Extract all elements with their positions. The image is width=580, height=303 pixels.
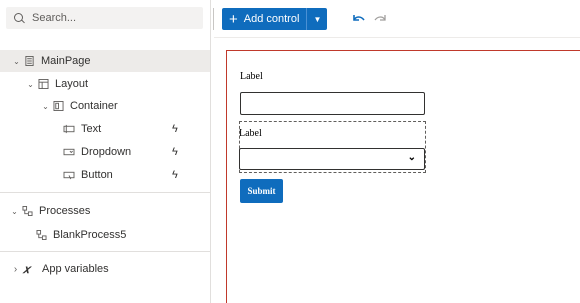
canvas-dropdown[interactable]: ⌄: [239, 148, 425, 170]
container-icon: [53, 101, 64, 111]
button-icon: [63, 171, 75, 180]
tree-item-label: App variables: [42, 263, 109, 275]
chevron-down-icon: ⌄: [407, 152, 416, 163]
chevron-down-icon[interactable]: ⌄: [11, 207, 18, 216]
tree-item-label: BlankProcess5: [53, 229, 127, 241]
tree-item-label: Container: [70, 100, 118, 112]
canvas-label-2[interactable]: Label: [239, 128, 262, 139]
plus-icon: +: [229, 10, 238, 28]
divider: [0, 192, 210, 193]
tree-item-button[interactable]: Button ϟ: [0, 164, 210, 186]
search-input[interactable]: Search...: [32, 12, 76, 24]
undo-icon[interactable]: [351, 13, 365, 25]
layout-icon: [38, 79, 49, 89]
page-icon: [25, 56, 34, 66]
tree-item-processes[interactable]: ⌄ Processes: [0, 200, 210, 222]
add-control-main[interactable]: + Add control: [222, 8, 308, 30]
redo-icon[interactable]: [374, 13, 388, 25]
tree-item-app-variables[interactable]: › 𝑥 App variables: [0, 258, 210, 280]
variable-icon: 𝑥: [23, 262, 30, 276]
tree-item-dropdown[interactable]: Dropdown ϟ: [0, 141, 210, 163]
tree-item-mainpage[interactable]: ⌄ MainPage: [0, 50, 210, 72]
search-icon: [14, 12, 25, 24]
process-icon: [36, 230, 47, 240]
canvas-text-input[interactable]: [240, 92, 425, 115]
add-control-label: Add control: [243, 13, 300, 25]
chevron-down-icon[interactable]: ⌄: [42, 102, 49, 111]
divider: [0, 251, 210, 252]
add-control-button[interactable]: + Add control ▼: [222, 8, 328, 30]
canvas-label-1[interactable]: Label: [240, 71, 263, 82]
tree-item-label: Processes: [39, 205, 91, 217]
design-canvas[interactable]: Label Label ⌄ Submit: [226, 50, 580, 303]
text-input-icon: [63, 124, 75, 134]
chevron-down-icon[interactable]: ⌄: [13, 57, 20, 66]
add-control-dropdown-toggle[interactable]: ▼: [307, 8, 327, 30]
tree-item-label: Layout: [55, 78, 89, 90]
chevron-right-icon[interactable]: ›: [12, 264, 19, 275]
toolbar-separator: [213, 8, 214, 30]
process-icon: [22, 206, 33, 216]
tree-item-label: Dropdown: [81, 146, 132, 158]
tree-item-text[interactable]: Text ϟ: [0, 118, 210, 140]
search-box[interactable]: Search...: [6, 7, 203, 29]
lightning-icon[interactable]: ϟ: [172, 123, 178, 135]
dropdown-icon: [63, 148, 75, 156]
tree-item-container[interactable]: ⌄ Container: [0, 95, 210, 117]
tree-item-blankprocess[interactable]: BlankProcess5: [0, 224, 210, 246]
toolbar-divider: [214, 37, 580, 38]
tree-view-panel: Search... ⌄ MainPage ⌄ Layout ⌄ Containe…: [0, 0, 211, 303]
tree-item-label: Text: [81, 123, 102, 135]
submit-button[interactable]: Submit: [240, 179, 283, 203]
tree-item-label: MainPage: [41, 55, 91, 67]
tree-item-label: Button: [81, 169, 113, 181]
lightning-icon[interactable]: ϟ: [172, 146, 178, 158]
chevron-down-icon[interactable]: ⌄: [27, 80, 34, 89]
tree-item-layout[interactable]: ⌄ Layout: [0, 73, 210, 95]
chevron-down-icon: ▼: [313, 14, 322, 24]
lightning-icon[interactable]: ϟ: [172, 169, 178, 181]
